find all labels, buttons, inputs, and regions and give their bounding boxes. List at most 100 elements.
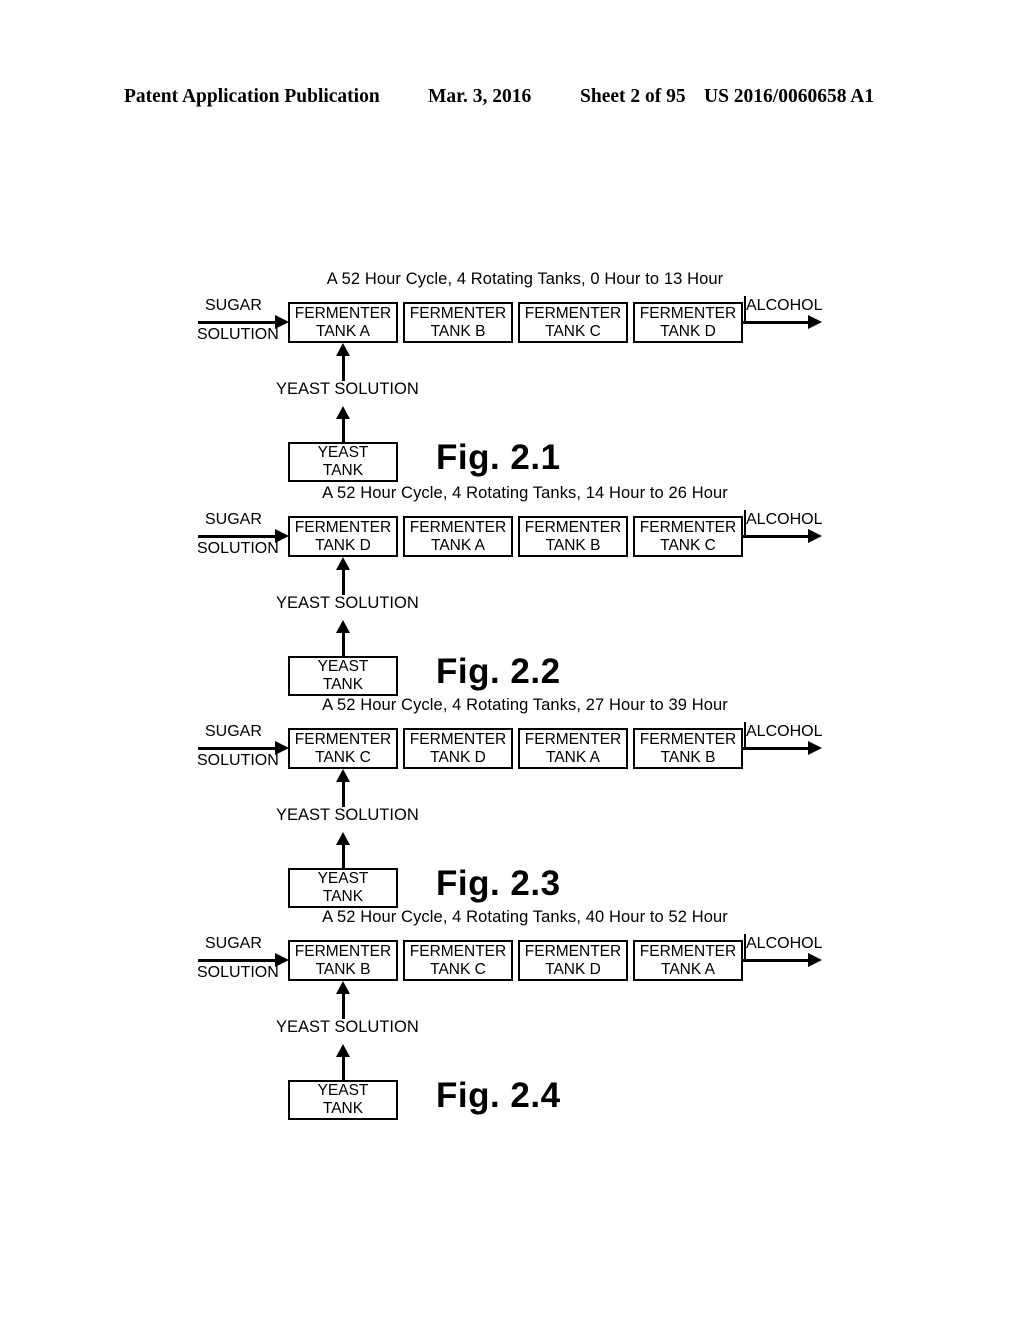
alcohol-outlet-arrow-line: [743, 321, 815, 324]
fermenter-tank-label-line1: FERMENTER: [409, 518, 507, 536]
fermenter-tank-box: FERMENTER TANK C: [633, 516, 743, 557]
fermenter-tank-label-line2: TANK B: [315, 960, 371, 978]
alcohol-outlet-label: ALCOHOL: [746, 297, 823, 314]
fermenter-tank-box: FERMENTER TANK B: [518, 516, 628, 557]
yeast-tank-box: YEAST TANK: [288, 442, 398, 482]
yeast-feed-lower-arrow-head-icon: [336, 620, 350, 633]
fermenter-tank-label-line1: FERMENTER: [524, 730, 622, 748]
fermenter-tank-label-line2: TANK D: [430, 748, 486, 766]
yeast-feed-lower-arrow-line: [342, 1056, 345, 1081]
yeast-solution-label: YEAST SOLUTION: [276, 380, 419, 398]
fermenter-tank-label-line1: FERMENTER: [294, 518, 392, 536]
yeast-tank-label-line1: YEAST: [317, 444, 369, 461]
yeast-feed-upper-arrow-head-icon: [336, 981, 350, 994]
fermenter-tank-label-line1: FERMENTER: [294, 304, 392, 322]
fermenter-tank-label-line1: FERMENTER: [639, 304, 737, 322]
yeast-feed-lower-arrow-line: [342, 632, 345, 657]
fermenter-tank-label-line2: TANK C: [545, 322, 601, 340]
yeast-feed-upper-arrow-line: [342, 569, 345, 595]
alcohol-outlet-arrow-head-icon: [808, 315, 822, 329]
fermenter-tank-label-line1: FERMENTER: [294, 942, 392, 960]
yeast-feed-upper-arrow-line: [342, 993, 345, 1019]
fermenter-tank-label-line1: FERMENTER: [409, 304, 507, 322]
sugar-inlet-arrow-head-icon: [275, 315, 289, 329]
figure-title: A 52 Hour Cycle, 4 Rotating Tanks, 0 Hou…: [326, 270, 724, 288]
fermenter-tank-box: FERMENTER TANK D: [633, 302, 743, 343]
yeast-feed-lower-arrow-head-icon: [336, 406, 350, 419]
fermenter-tank-label-line1: FERMENTER: [639, 730, 737, 748]
yeast-tank-label-line1: YEAST: [317, 1082, 369, 1099]
fermenter-tank-box: FERMENTER TANK C: [518, 302, 628, 343]
yeast-tank-label-line1: YEAST: [317, 870, 369, 887]
yeast-tank-label-line1: YEAST: [317, 658, 369, 675]
fermenter-tank-label-line2: TANK A: [316, 322, 370, 340]
fermenter-tank-label-line1: FERMENTER: [409, 730, 507, 748]
fermenter-tank-box: FERMENTER TANK A: [633, 940, 743, 981]
fermenter-tank-box: FERMENTER TANK A: [403, 516, 513, 557]
fermenter-tank-label-line1: FERMENTER: [639, 942, 737, 960]
fermenter-tank-label-line2: TANK C: [315, 748, 371, 766]
yeast-feed-upper-arrow-line: [342, 781, 345, 807]
yeast-solution-label: YEAST SOLUTION: [276, 806, 419, 824]
publication-header: Patent Application Publication Mar. 3, 2…: [0, 86, 1024, 112]
alcohol-outlet-label: ALCOHOL: [746, 723, 823, 740]
yeast-feed-lower-arrow-head-icon: [336, 1044, 350, 1057]
sugar-inlet-arrow-head-icon: [275, 953, 289, 967]
fermenter-tank-label-line2: TANK A: [546, 748, 600, 766]
fermenter-tank-box: FERMENTER TANK D: [403, 728, 513, 769]
yeast-feed-upper-arrow-head-icon: [336, 557, 350, 570]
fermenter-tank-label-line2: TANK D: [545, 960, 601, 978]
figure-block: A 52 Hour Cycle, 4 Rotating Tanks, 27 Ho…: [0, 696, 1024, 908]
yeast-feed-upper-arrow-line: [342, 355, 345, 381]
yeast-tank-label-line2: TANK: [322, 462, 364, 479]
sugar-inlet-label-line1: SUGAR: [205, 723, 262, 740]
fermenter-tank-label-line2: TANK B: [660, 748, 716, 766]
fermenter-tank-label-line2: TANK A: [661, 960, 715, 978]
alcohol-outlet-arrow-line: [743, 535, 815, 538]
figure-block: A 52 Hour Cycle, 4 Rotating Tanks, 40 Ho…: [0, 908, 1024, 1120]
figure-caption: Fig. 2.4: [436, 1076, 561, 1115]
figure-caption: Fig. 2.3: [436, 864, 561, 903]
alcohol-outlet-label: ALCOHOL: [746, 935, 823, 952]
yeast-tank-label-line2: TANK: [322, 888, 364, 905]
fermenter-tank-label-line1: FERMENTER: [524, 304, 622, 322]
sugar-inlet-label-line1: SUGAR: [205, 935, 262, 952]
patent-drawing-page: { "header": { "title": "Patent Applicati…: [0, 0, 1024, 1320]
alcohol-outlet-arrow-head-icon: [808, 741, 822, 755]
fermenter-tank-label-line1: FERMENTER: [524, 518, 622, 536]
figure-caption: Fig. 2.2: [436, 652, 561, 691]
alcohol-outlet-label: ALCOHOL: [746, 511, 823, 528]
publication-date: Mar. 3, 2016: [428, 86, 532, 107]
yeast-feed-upper-arrow-head-icon: [336, 769, 350, 782]
fermenter-tank-label-line1: FERMENTER: [409, 942, 507, 960]
figure-title: A 52 Hour Cycle, 4 Rotating Tanks, 40 Ho…: [322, 908, 728, 926]
fermenter-tank-box: FERMENTER TANK B: [633, 728, 743, 769]
fermenter-tank-label-line1: FERMENTER: [639, 518, 737, 536]
yeast-feed-upper-arrow-head-icon: [336, 343, 350, 356]
fermenter-tank-label-line2: TANK D: [315, 536, 371, 554]
yeast-tank-box: YEAST TANK: [288, 1080, 398, 1120]
fermenter-tank-label-line1: FERMENTER: [294, 730, 392, 748]
sugar-inlet-arrow-line: [198, 747, 280, 750]
alcohol-outlet-arrow-head-icon: [808, 529, 822, 543]
yeast-tank-label-line2: TANK: [322, 1100, 364, 1117]
fermenter-tank-label-line1: FERMENTER: [524, 942, 622, 960]
fermenter-tank-box: FERMENTER TANK A: [288, 302, 398, 343]
publication-title: Patent Application Publication: [124, 86, 380, 107]
sugar-inlet-label-line2: SOLUTION: [197, 752, 279, 769]
fermenter-tank-box: FERMENTER TANK C: [403, 940, 513, 981]
sugar-inlet-label-line1: SUGAR: [205, 511, 262, 528]
fermenter-tank-box: FERMENTER TANK B: [288, 940, 398, 981]
sheet-number: Sheet 2 of 95: [580, 86, 686, 107]
yeast-feed-lower-arrow-head-icon: [336, 832, 350, 845]
yeast-feed-lower-arrow-line: [342, 844, 345, 869]
yeast-solution-label: YEAST SOLUTION: [276, 1018, 419, 1036]
fermenter-tank-label-line2: TANK B: [430, 322, 486, 340]
sugar-inlet-arrow-line: [198, 321, 280, 324]
figure-title: A 52 Hour Cycle, 4 Rotating Tanks, 14 Ho…: [322, 484, 728, 502]
fermenter-tank-label-line2: TANK B: [545, 536, 601, 554]
alcohol-outlet-arrow-line: [743, 959, 815, 962]
fermenter-tank-box: FERMENTER TANK C: [288, 728, 398, 769]
sugar-inlet-arrow-head-icon: [275, 529, 289, 543]
sugar-inlet-arrow-line: [198, 535, 280, 538]
